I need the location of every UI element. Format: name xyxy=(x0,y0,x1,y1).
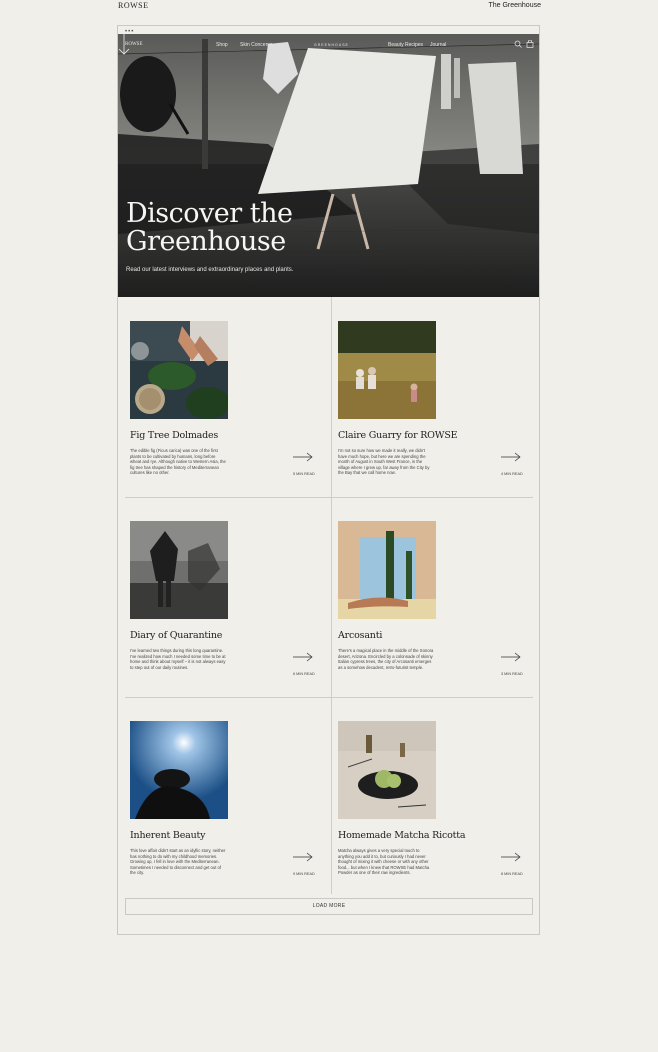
article-title[interactable]: Arcosanti xyxy=(338,630,382,641)
article-thumbnail[interactable] xyxy=(130,321,228,419)
nav-item-beauty-recipes[interactable]: Beauty Recipes xyxy=(388,42,423,48)
article-card[interactable]: Diary of Quarantine I've learned two thi… xyxy=(125,497,325,697)
article-thumbnail[interactable] xyxy=(338,721,436,819)
article-excerpt: I'm not so sure how we made it really, w… xyxy=(338,448,430,476)
nav-item-shop[interactable]: Shop xyxy=(216,42,228,48)
page-name: The Greenhouse xyxy=(488,2,541,9)
read-time: 8 MIN READ xyxy=(501,872,523,876)
article-title[interactable]: Claire Guarry for ROWSE xyxy=(338,430,458,441)
arrow-right-icon[interactable] xyxy=(293,452,313,462)
article-card[interactable]: Inherent Beauty This love affair didn't … xyxy=(125,697,325,897)
article-excerpt: The edible fig (Ficus carica) was one of… xyxy=(130,448,226,476)
article-title[interactable]: Diary of Quarantine xyxy=(130,630,222,641)
article-title[interactable]: Inherent Beauty xyxy=(130,830,206,841)
hero-subtitle: Read our latest interviews and extraordi… xyxy=(126,267,294,273)
grid-divider-vertical xyxy=(331,297,332,894)
top-bar: ROWSE The Greenhouse xyxy=(0,0,658,14)
hero-title-line-2: Greenhouse xyxy=(126,226,286,257)
search-icon[interactable] xyxy=(514,40,522,48)
read-time: 4 MIN READ xyxy=(501,472,523,476)
hero-section: ROWSE Shop Skin Concerns GREENHOUSE Beau… xyxy=(118,34,539,297)
hero-title: Discover the Greenhouse xyxy=(126,198,293,257)
article-grid: Fig Tree Dolmades The edible fig (Ficus … xyxy=(125,297,533,894)
hero-title-line-1: Discover the xyxy=(126,198,293,229)
article-excerpt: This love affair didn't start as an idyl… xyxy=(130,848,226,876)
article-excerpt: There's a magical place in the middle of… xyxy=(338,648,434,670)
arrow-right-icon[interactable] xyxy=(293,652,313,662)
article-thumbnail[interactable] xyxy=(338,321,436,419)
nav-item-skin-concerns[interactable]: Skin Concerns xyxy=(240,42,273,48)
hero-image xyxy=(118,34,539,297)
arrow-right-icon[interactable] xyxy=(501,852,521,862)
article-card[interactable]: Claire Guarry for ROWSE I'm not so sure … xyxy=(333,297,533,497)
article-thumbnail[interactable] xyxy=(338,521,436,619)
article-card[interactable]: Fig Tree Dolmades The edible fig (Ficus … xyxy=(125,297,325,497)
read-time: 5 MIN READ xyxy=(293,472,315,476)
article-excerpt: Matcha always gives a very special touch… xyxy=(338,848,430,876)
article-excerpt: I've learned two things during this long… xyxy=(130,648,226,670)
article-card[interactable]: Arcosanti There's a magical place in the… xyxy=(333,497,533,697)
main-nav: ROWSE Shop Skin Concerns GREENHOUSE Beau… xyxy=(118,34,539,54)
nav-item-journal[interactable]: Journal xyxy=(430,42,446,48)
scroll-down-arrow-icon[interactable] xyxy=(118,34,130,56)
article-thumbnail[interactable] xyxy=(130,521,228,619)
read-time: 3 MIN READ xyxy=(501,672,523,676)
read-time: 9 MIN READ xyxy=(293,872,315,876)
arrow-right-icon[interactable] xyxy=(501,452,521,462)
arrow-right-icon[interactable] xyxy=(501,652,521,662)
read-time: 6 MIN READ xyxy=(293,672,315,676)
article-thumbnail[interactable] xyxy=(130,721,228,819)
article-card[interactable]: Homemade Matcha Ricotta Matcha always gi… xyxy=(333,697,533,897)
load-more-button[interactable]: LOAD MORE xyxy=(125,898,533,915)
page-frame: ••• ROWSE Shop Skin Concerns GREENHOUSE … xyxy=(117,25,540,935)
bag-icon[interactable] xyxy=(526,40,534,48)
site-logo[interactable]: ROWSE xyxy=(118,1,149,10)
article-title[interactable]: Fig Tree Dolmades xyxy=(130,430,218,441)
nav-center-logo[interactable]: GREENHOUSE xyxy=(314,43,349,47)
article-title[interactable]: Homemade Matcha Ricotta xyxy=(338,830,465,841)
arrow-right-icon[interactable] xyxy=(293,852,313,862)
